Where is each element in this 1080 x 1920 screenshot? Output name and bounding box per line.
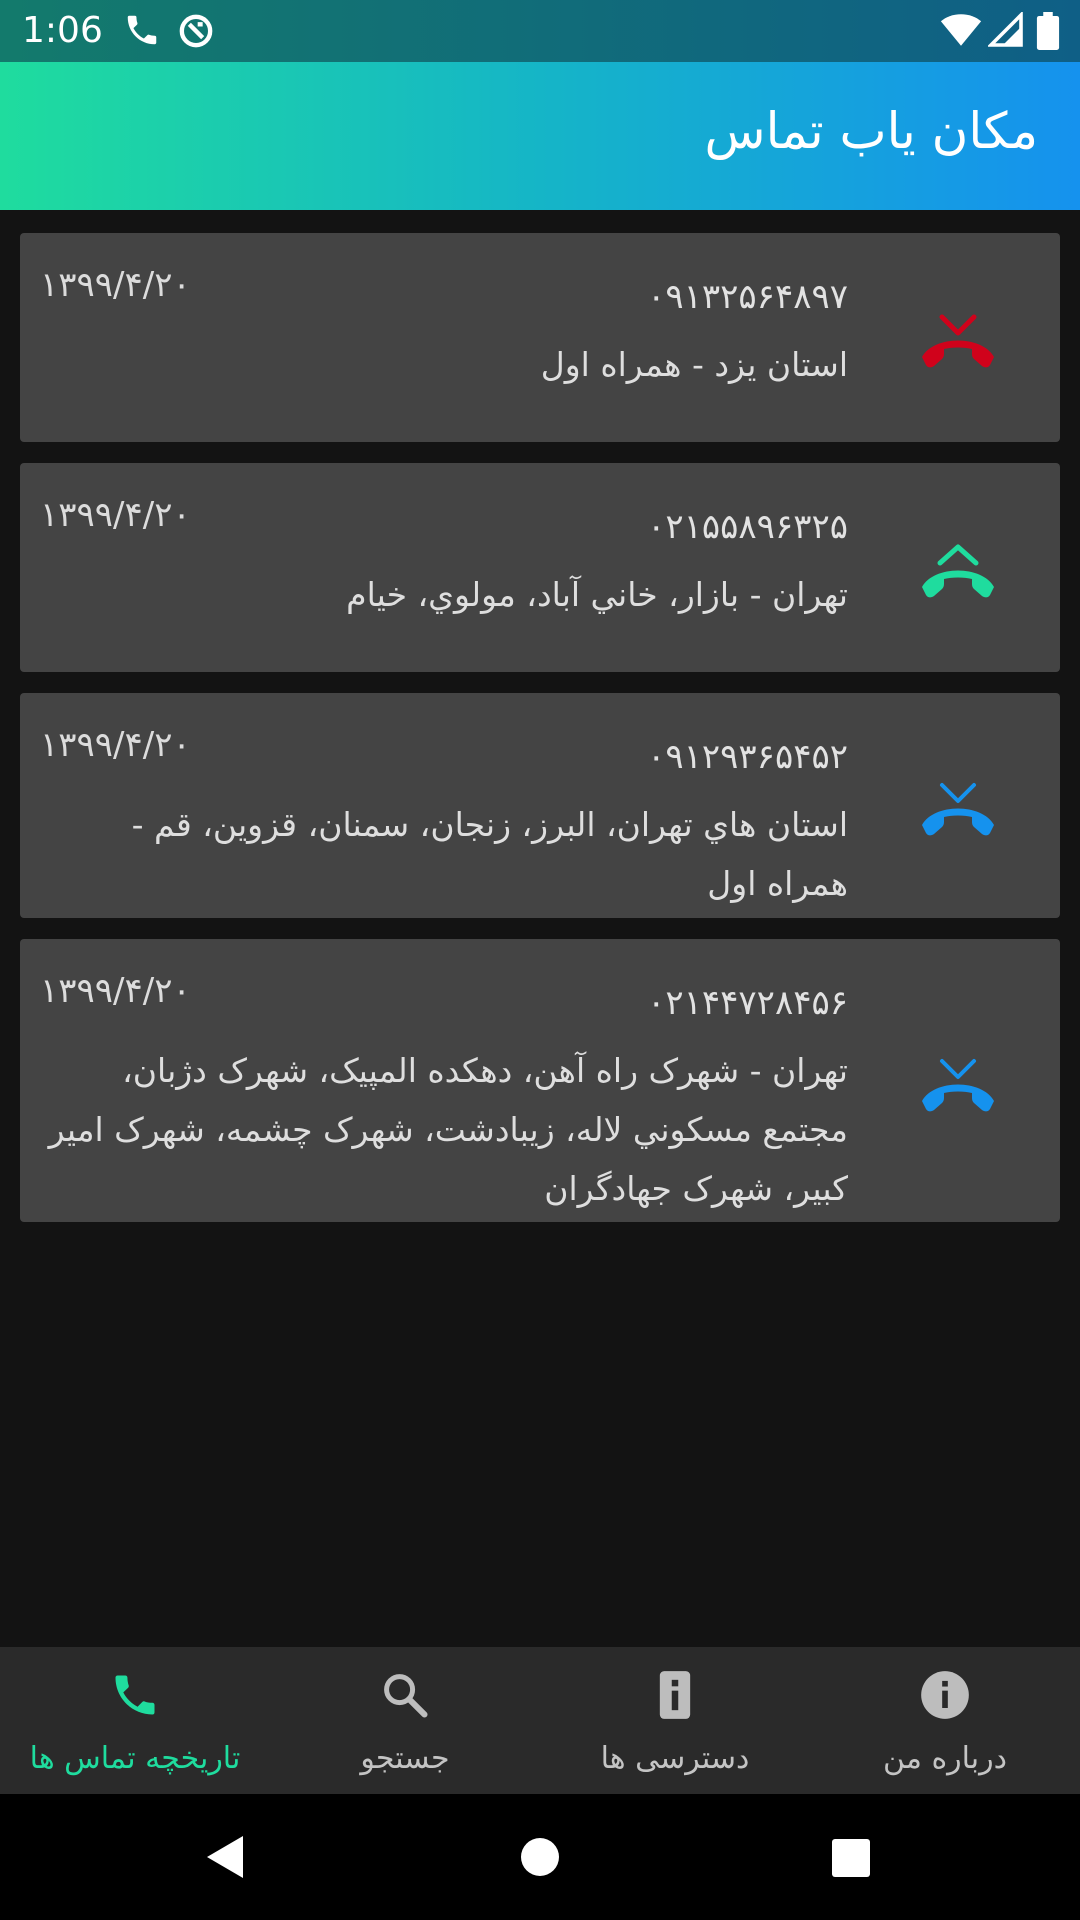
call-number: ۰۲۱۴۴۷۲۸۴۵۶	[647, 983, 848, 1023]
wifi-icon	[940, 14, 982, 46]
nav-label: درباره من	[883, 1741, 1007, 1776]
call-number: ۰۹۱۳۲۵۶۴۸۹۷	[647, 277, 848, 317]
phone-icon	[115, 1675, 155, 1715]
call-log-item[interactable]: ۱۳۹۹/۴/۲۰ ۰۹۱۲۹۳۶۵۴۵۲ استان هاي تهران، ا…	[20, 693, 1060, 918]
call-log-item[interactable]: ۱۳۹۹/۴/۲۰ ۰۲۱۴۴۷۲۸۴۵۶ تهران - شهرک راه آ…	[20, 939, 1060, 1222]
page-title: مکان یاب تماس	[704, 102, 1038, 160]
call-log-item[interactable]: ۱۳۹۹/۴/۲۰ ۰۹۱۳۲۵۶۴۸۹۷ استان یزد - همراه …	[20, 233, 1060, 442]
search-icon	[384, 1674, 428, 1718]
call-location: تهران - بازار، خاني آباد، مولوي، خيام	[346, 575, 848, 614]
nav-label: جستجو	[360, 1741, 450, 1776]
call-log-item[interactable]: ۱۳۹۹/۴/۲۰ ۰۲۱۵۵۸۹۶۳۲۵ تهران - بازار، خان…	[20, 463, 1060, 672]
status-bar: 1:06	[0, 0, 1080, 62]
call-number: ۰۹۱۲۹۳۶۵۴۵۲	[647, 737, 848, 777]
call-number: ۰۲۱۵۵۸۹۶۳۲۵	[647, 507, 848, 547]
home-button[interactable]	[520, 1837, 560, 1877]
signal-icon	[988, 12, 1023, 47]
nav-about[interactable]: درباره من	[810, 1647, 1080, 1794]
recents-button[interactable]	[831, 1838, 871, 1878]
phone-icon	[127, 15, 157, 45]
nav-label: تاريخچه تماس ها	[29, 1741, 241, 1776]
incoming-call-icon	[922, 783, 994, 836]
call-date: ۱۳۹۹/۴/۲۰	[40, 265, 191, 305]
sync-icon	[179, 14, 213, 48]
incoming-call-icon	[922, 1059, 994, 1112]
call-date: ۱۳۹۹/۴/۲۰	[40, 725, 191, 765]
back-button[interactable]	[205, 1834, 245, 1880]
call-location: استان هاي تهران، البرز، زنجان، سمنان، قز…	[131, 805, 848, 903]
call-date: ۱۳۹۹/۴/۲۰	[40, 495, 191, 535]
missed-call-icon	[922, 314, 994, 368]
app-bar: مکان یاب تماس	[0, 62, 1080, 210]
call-location: استان یزد - همراه اول	[540, 345, 848, 384]
system-navigation-bar	[0, 1794, 1080, 1920]
battery-icon	[1036, 12, 1060, 50]
permissions-icon	[659, 1671, 691, 1719]
call-location: تهران - شهرک راه آهن، دهکده المپيک، شهرک…	[48, 1051, 848, 1208]
nav-call-history[interactable]: تاريخچه تماس ها	[0, 1647, 270, 1794]
info-icon	[921, 1671, 969, 1719]
outgoing-call-icon	[922, 544, 994, 598]
nav-search[interactable]: جستجو	[270, 1647, 540, 1794]
call-date: ۱۳۹۹/۴/۲۰	[40, 971, 191, 1011]
bottom-navigation: تاريخچه تماس ها جستجو دسترسی ها درباره م…	[0, 1647, 1080, 1794]
nav-permissions[interactable]: دسترسی ها	[540, 1647, 810, 1794]
status-time: 1:06	[22, 10, 103, 51]
nav-label: دسترسی ها	[600, 1741, 750, 1776]
